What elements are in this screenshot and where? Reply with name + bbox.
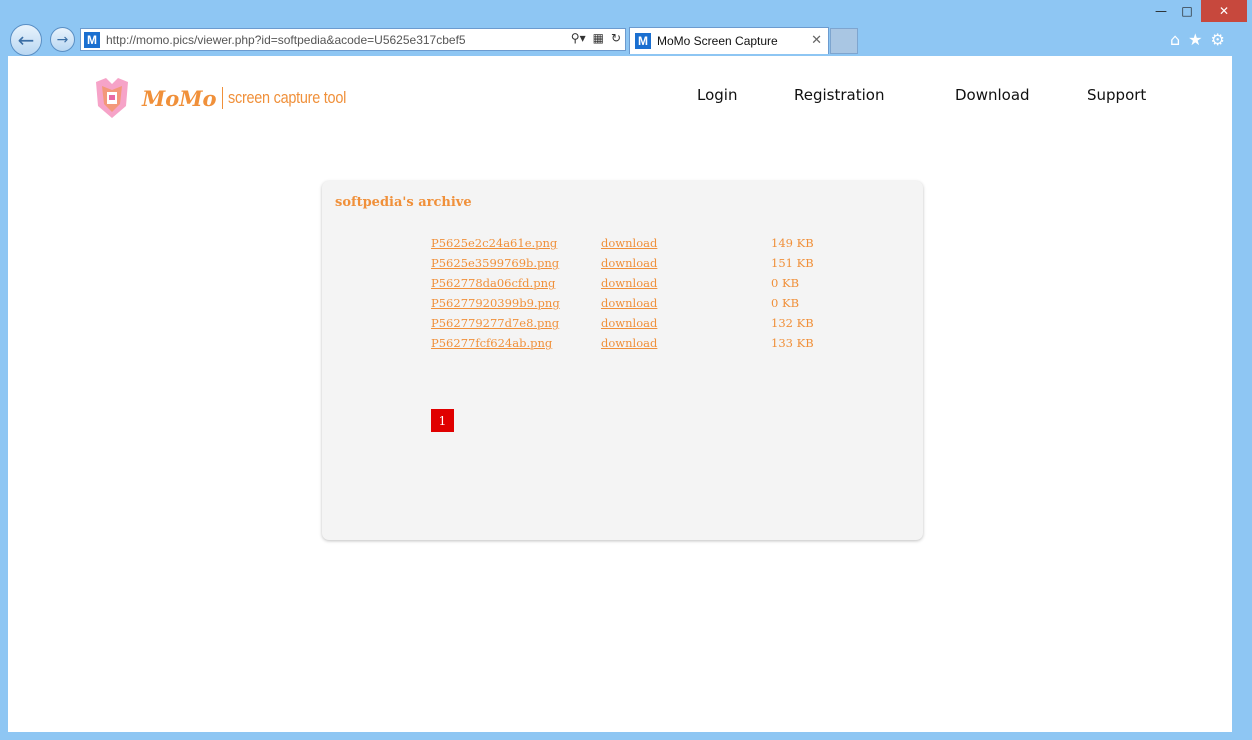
site-favicon-icon: M [84, 31, 100, 48]
file-row: P56277fcf624ab.png download 133 KB [431, 336, 851, 356]
back-arrow-icon: ← [17, 28, 35, 52]
tab-close-icon[interactable]: ✕ [811, 33, 822, 48]
page-1-button[interactable]: 1 [431, 409, 454, 432]
home-icon[interactable]: ⌂ [1170, 30, 1180, 49]
logo-divider [221, 87, 223, 109]
star-icon[interactable]: ★ [1188, 30, 1202, 49]
download-link[interactable]: download [601, 256, 657, 270]
search-icon[interactable]: ⚲▾ [571, 31, 586, 45]
file-size: 133 KB [771, 336, 814, 350]
compatibility-icon[interactable]: ▦ [593, 31, 604, 45]
file-row: P562778da06cfd.png download 0 KB [431, 276, 851, 296]
new-tab-button[interactable] [830, 28, 858, 54]
download-link[interactable]: download [601, 316, 657, 330]
forward-arrow-icon: → [56, 31, 69, 48]
gear-icon[interactable]: ⚙ [1211, 30, 1225, 49]
file-name-link[interactable]: P5625e2c24a61e.png [431, 236, 557, 250]
url-text[interactable]: http://momo.pics/viewer.php?id=softpedia… [106, 33, 466, 47]
page-viewport: MoMo screen capture tool Login Registrat… [8, 56, 1232, 732]
address-bar[interactable]: M http://momo.pics/viewer.php?id=softped… [80, 28, 626, 51]
download-link[interactable]: download [601, 336, 657, 350]
site-logo[interactable]: MoMo screen capture tool [92, 76, 366, 120]
file-name-link[interactable]: P562778da06cfd.png [431, 276, 555, 290]
file-list: P5625e2c24a61e.png download 149 KB P5625… [431, 236, 851, 356]
logo-tagline: screen capture tool [227, 88, 346, 107]
nav-registration[interactable]: Registration [794, 86, 884, 104]
archive-panel: softpedia's archive P5625e2c24a61e.png d… [322, 181, 923, 540]
file-size: 149 KB [771, 236, 814, 250]
refresh-icon[interactable]: ↻ [611, 31, 621, 45]
archive-title: softpedia's archive [335, 195, 472, 210]
download-link[interactable]: download [601, 296, 657, 310]
nav-login[interactable]: Login [697, 86, 737, 104]
tab-favicon-icon: M [635, 33, 651, 49]
momo-logo-icon [96, 78, 128, 118]
file-name-link[interactable]: P56277fcf624ab.png [431, 336, 552, 350]
forward-button[interactable]: → [50, 27, 75, 52]
download-link[interactable]: download [601, 236, 657, 250]
minimize-icon[interactable]: — [1148, 0, 1174, 22]
browser-tab[interactable]: M MoMo Screen Capture ✕ [629, 27, 829, 54]
back-button[interactable]: ← [10, 24, 42, 56]
file-row: P5625e2c24a61e.png download 149 KB [431, 236, 851, 256]
file-name-link[interactable]: P56277920399b9.png [431, 296, 560, 310]
file-size: 151 KB [771, 256, 814, 270]
nav-support[interactable]: Support [1087, 86, 1146, 104]
file-row: P56277920399b9.png download 0 KB [431, 296, 851, 316]
file-name-link[interactable]: P5625e3599769b.png [431, 256, 559, 270]
logo-name: MoMo [142, 85, 217, 111]
file-size: 0 KB [771, 276, 800, 290]
tab-title: MoMo Screen Capture [657, 34, 778, 48]
file-size: 0 KB [771, 296, 800, 310]
download-link[interactable]: download [601, 276, 657, 290]
file-row: P5625e3599769b.png download 151 KB [431, 256, 851, 276]
file-size: 132 KB [771, 316, 814, 330]
browser-chrome: ← → M http://momo.pics/viewer.php?id=sof… [0, 0, 1252, 56]
file-row: P562779277d7e8.png download 132 KB [431, 316, 851, 336]
file-name-link[interactable]: P562779277d7e8.png [431, 316, 559, 330]
maximize-icon[interactable]: □ [1174, 0, 1200, 22]
close-icon[interactable]: ✕ [1201, 0, 1247, 22]
nav-download[interactable]: Download [955, 86, 1030, 104]
